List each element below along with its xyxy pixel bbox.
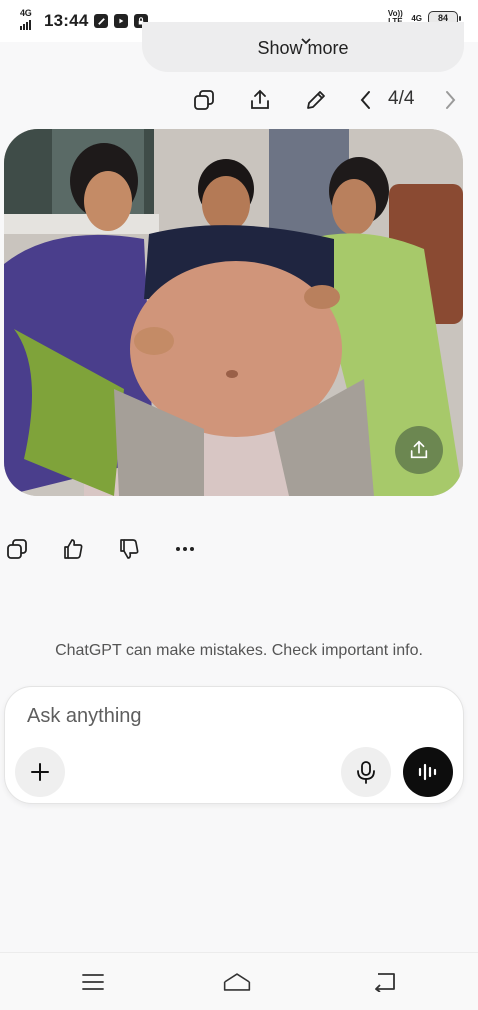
generated-image[interactable] — [4, 129, 463, 496]
copy-icon[interactable] — [190, 86, 218, 114]
thumbs-down-icon[interactable] — [116, 536, 142, 562]
generated-image-illustration — [4, 129, 463, 496]
image-share-button[interactable] — [395, 426, 443, 474]
variant-counter: 4/4 — [388, 88, 415, 109]
plus-icon — [31, 763, 49, 781]
previous-icon[interactable] — [352, 86, 380, 114]
voice-mode-button[interactable] — [403, 747, 453, 797]
message-input[interactable] — [27, 705, 427, 728]
more-icon[interactable] — [172, 536, 198, 562]
composer — [4, 686, 464, 804]
clock: 13:44 — [44, 11, 89, 30]
disclaimer-text: ChatGPT can make mistakes. Check importa… — [55, 642, 423, 659]
chat-screen: 4G 13:44 Vo)) LTE 4G 84 Show more — [0, 0, 478, 1010]
home-icon[interactable] — [222, 969, 252, 995]
system-navigation-bar — [0, 952, 478, 1010]
app-notification-icon — [94, 14, 109, 28]
signal-icon: 4G — [20, 8, 38, 32]
show-more-label: Show more — [257, 38, 349, 58]
microphone-icon — [357, 761, 375, 784]
add-attachment-button[interactable] — [15, 747, 65, 797]
youtube-icon — [114, 14, 129, 28]
menu-icon[interactable] — [78, 969, 108, 995]
status-left: 4G 13:44 — [20, 8, 149, 32]
waveform-icon — [418, 763, 437, 781]
network-type: 4G — [20, 8, 32, 18]
share-icon[interactable] — [246, 86, 274, 114]
show-more-button[interactable]: Show more — [142, 22, 464, 72]
copy-icon[interactable] — [4, 536, 30, 562]
thumbs-up-icon[interactable] — [60, 536, 86, 562]
dictation-button[interactable] — [341, 747, 391, 797]
message-actions — [0, 536, 478, 566]
next-icon[interactable] — [436, 86, 464, 114]
share-icon — [410, 440, 428, 459]
edit-icon[interactable] — [302, 86, 330, 114]
image-toolbar: 4/4 — [0, 86, 478, 116]
back-icon[interactable] — [370, 969, 400, 995]
